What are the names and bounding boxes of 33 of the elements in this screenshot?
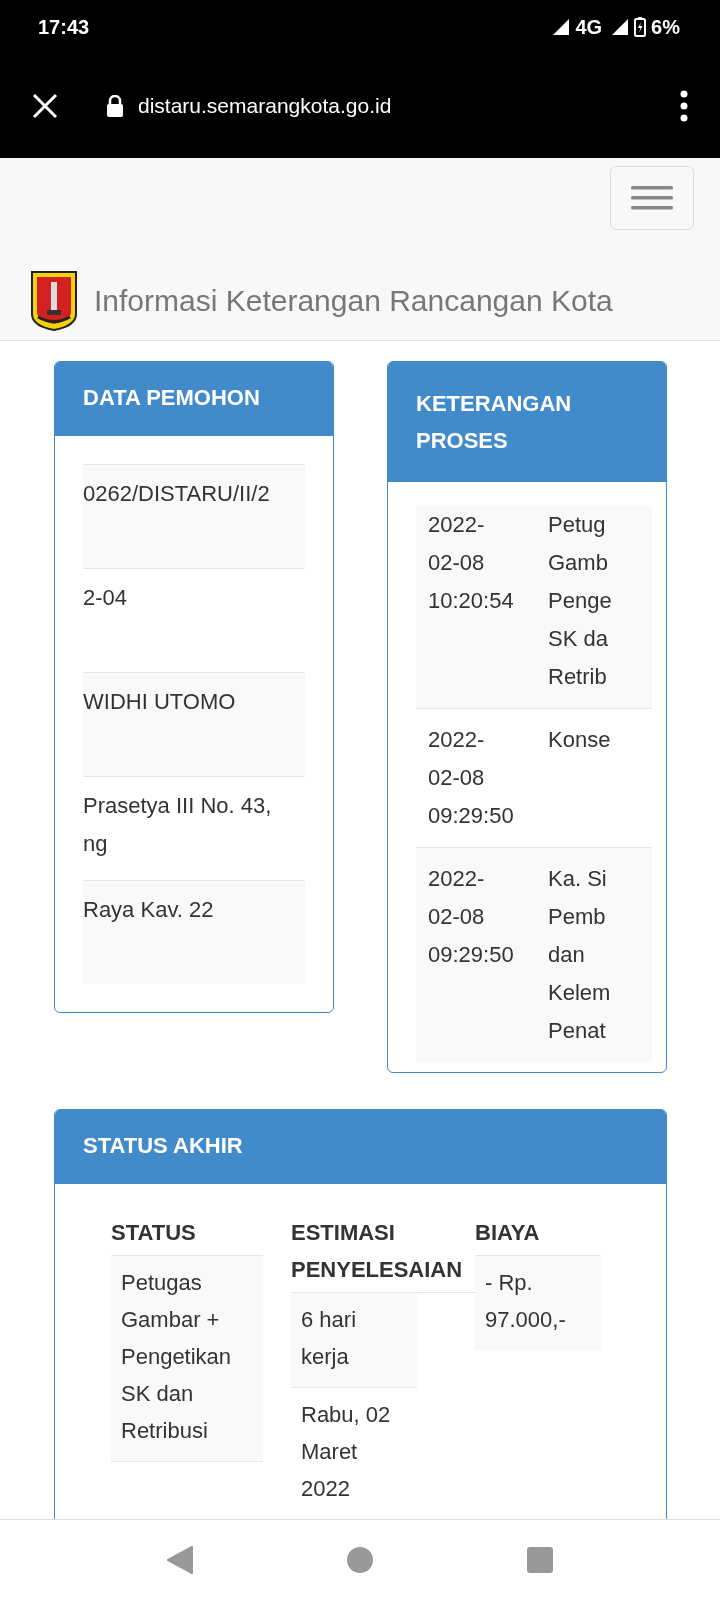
lock-icon	[106, 95, 124, 117]
home-icon[interactable]	[346, 1546, 374, 1574]
card-header: DATA PEMOHON	[55, 362, 333, 436]
table-cell: 0262/DISTARU/II/2	[83, 464, 305, 568]
menu-button[interactable]	[610, 166, 694, 230]
table-cell-text: Ka. Si Pemb dan Kelem Penat	[548, 865, 611, 1045]
table-cell: Petugas Gambar + Pengetikan SK dan Retribusi	[111, 1256, 263, 1462]
network-type: 4G	[575, 15, 603, 39]
close-icon[interactable]	[32, 93, 58, 119]
table-cell: Raya Kav. 22	[83, 880, 305, 984]
table-cell-text: Konse	[548, 726, 611, 754]
signal-icon	[552, 18, 571, 36]
more-icon[interactable]	[680, 90, 688, 122]
card-header: KETERANGAN PROSES	[388, 362, 666, 482]
site-title[interactable]: Informasi Keterangan Rancangan Kota	[94, 284, 613, 318]
emblem-icon	[30, 270, 78, 332]
clock: 17:43	[38, 15, 90, 39]
card-header: STATUS AKHIR	[55, 1110, 666, 1184]
table-cell: 6 hari kerja	[291, 1293, 417, 1388]
battery-icon	[634, 17, 647, 37]
battery-level: 6%	[651, 15, 680, 39]
back-icon[interactable]	[166, 1545, 194, 1575]
table-cell: WIDHI UTOMO	[83, 672, 305, 776]
table-cell-text: 2022- 02-08 09:29:50	[428, 865, 515, 969]
url-text[interactable]: distaru.semarangkota.go.id	[138, 94, 392, 118]
menu-icon	[631, 185, 673, 211]
signal-icon	[611, 18, 630, 36]
table-cell-text: 2022- 02-08 10:20:54	[428, 511, 515, 615]
table-cell-text: Rabu, 02 Maret 2022	[300, 1401, 392, 1503]
table-cell: - Rp. 97.000,-	[475, 1256, 601, 1350]
table-cell-text: Petug Gamb Penge SK da Retrib	[548, 511, 612, 691]
table-cell-text: 2022- 02-08 09:29:50	[428, 726, 515, 830]
recents-icon[interactable]	[526, 1546, 554, 1574]
